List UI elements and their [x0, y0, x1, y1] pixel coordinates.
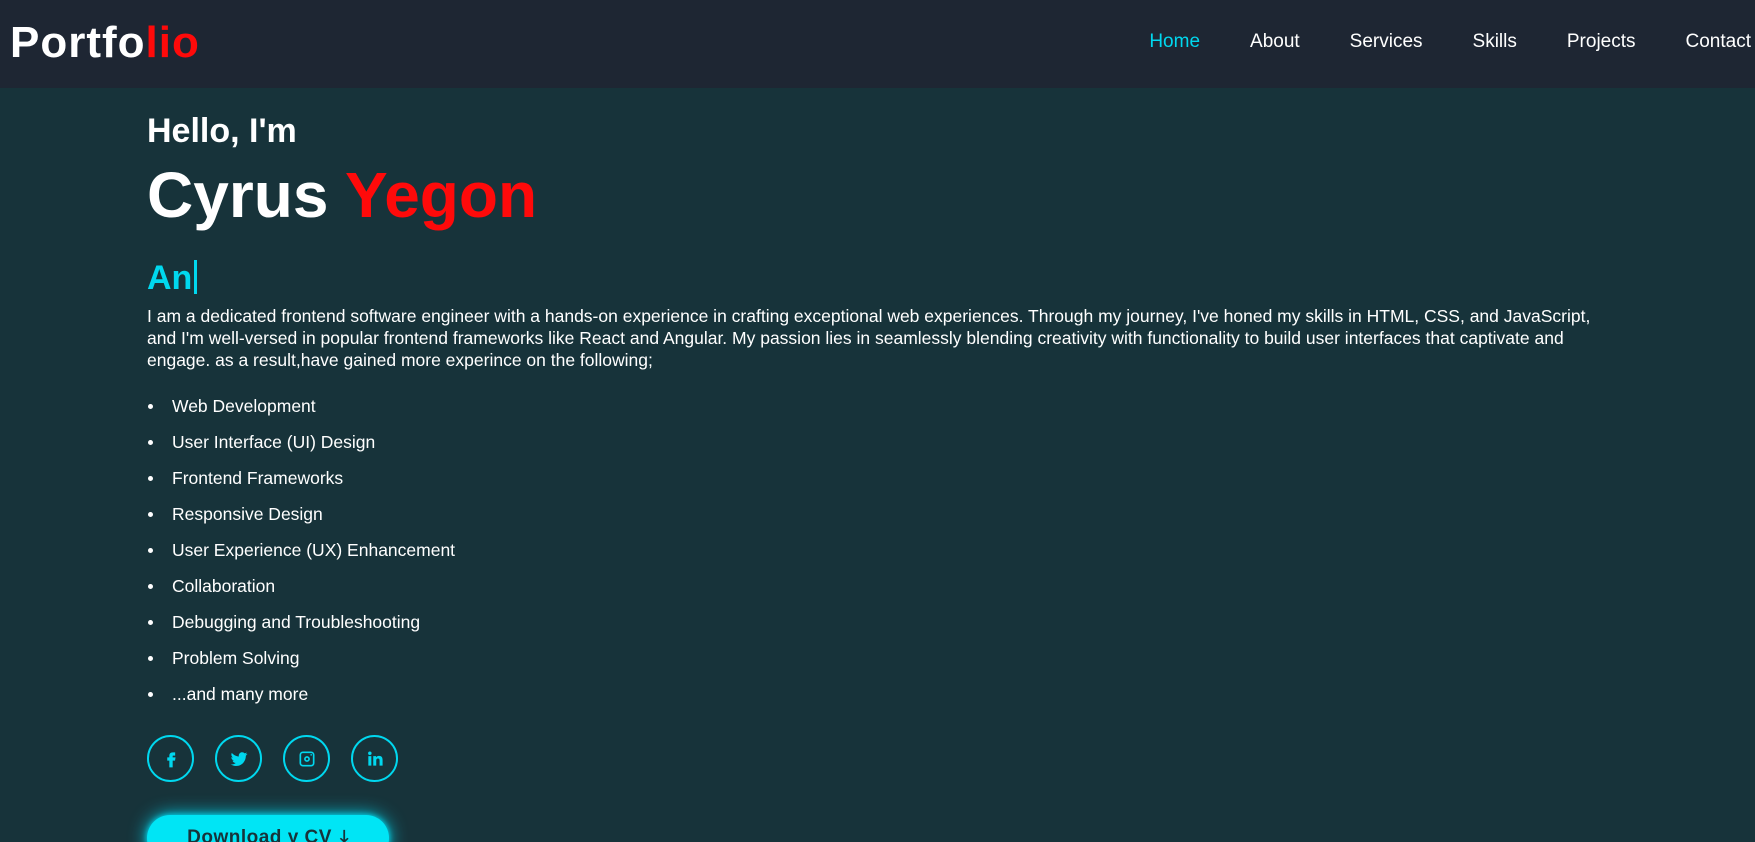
greeting: Hello, I'm	[147, 112, 297, 150]
site-header: Portfolio Home About Services Skills Pro…	[0, 0, 1755, 88]
list-item: Problem Solving	[147, 640, 455, 676]
nav-about[interactable]: About	[1250, 28, 1300, 56]
first-name: Cyrus	[147, 159, 329, 231]
download-icon: ⤓	[339, 827, 349, 842]
linkedin-icon	[367, 751, 383, 766]
facebook-icon	[166, 751, 176, 767]
nav-projects[interactable]: Projects	[1567, 28, 1636, 56]
download-cv-label: Download y CV	[187, 827, 332, 842]
skills-list: Web Development User Interface (UI) Desi…	[147, 388, 455, 712]
list-item: ...and many more	[147, 676, 455, 712]
full-name: Cyrus Yegon	[147, 158, 537, 232]
twitter-icon	[230, 751, 247, 766]
instagram-link[interactable]	[283, 735, 330, 782]
list-item: Frontend Frameworks	[147, 460, 455, 496]
list-item: Responsive Design	[147, 496, 455, 532]
logo-part-1: Portfo	[10, 18, 146, 67]
instagram-icon	[299, 751, 314, 766]
twitter-link[interactable]	[215, 735, 262, 782]
typed-text: An	[147, 259, 193, 297]
last-name: Yegon	[345, 159, 538, 231]
linkedin-link[interactable]	[351, 735, 398, 782]
intro-paragraph: I am a dedicated frontend software engin…	[147, 306, 1591, 370]
list-item: Collaboration	[147, 568, 455, 604]
nav-skills[interactable]: Skills	[1473, 28, 1517, 56]
social-links	[147, 735, 419, 782]
download-cv-button[interactable]: Download y CV ⤓	[147, 815, 389, 842]
nav-services[interactable]: Services	[1350, 28, 1423, 56]
list-item: User Experience (UX) Enhancement	[147, 532, 455, 568]
facebook-link[interactable]	[147, 735, 194, 782]
list-item: Web Development	[147, 388, 455, 424]
logo[interactable]: Portfolio	[10, 17, 200, 69]
typing-caret	[194, 260, 198, 294]
list-item: Debugging and Troubleshooting	[147, 604, 455, 640]
typed-role: An	[147, 258, 198, 298]
nav-home[interactable]: Home	[1149, 28, 1200, 56]
list-item: User Interface (UI) Design	[147, 424, 455, 460]
logo-part-2: lio	[145, 18, 200, 67]
main-nav: Home About Services Skills Projects Cont…	[1099, 28, 1751, 56]
nav-contact[interactable]: Contact	[1686, 28, 1751, 56]
